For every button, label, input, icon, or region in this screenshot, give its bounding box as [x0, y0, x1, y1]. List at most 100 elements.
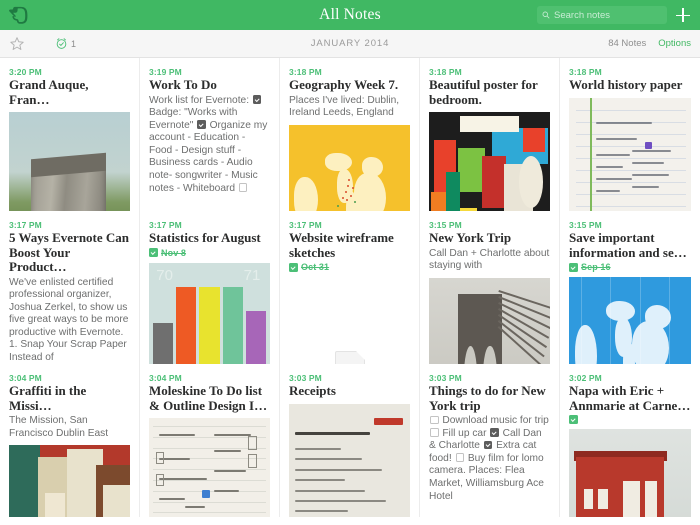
search-input[interactable] [554, 10, 662, 21]
note-card[interactable]: 3:18 PMWorld history paper [560, 58, 700, 211]
note-reminder[interactable]: Nov 8 [149, 248, 270, 258]
note-snippet: Work list for Evernote: Badge: "Works wi… [149, 95, 270, 196]
note-card[interactable]: 3:17 PMStatistics for August Nov 8 7071 [140, 211, 280, 364]
note-count: 84 Notes [608, 38, 646, 49]
note-thumbnail [149, 418, 270, 517]
note-title: Moleskine To Do list & Outline Design I… [149, 384, 270, 413]
note-card[interactable]: 3:15 PMSave important information and se… [560, 211, 700, 364]
note-timestamp: 3:17 PM [9, 220, 130, 230]
note-timestamp: 3:20 PM [9, 67, 130, 77]
note-thumbnail [429, 112, 550, 211]
note-title: New York Trip [429, 231, 550, 246]
month-label: JANUARY 2014 [0, 38, 700, 49]
note-card[interactable]: 3:19 PMWork To Do Work list for Evernote:… [140, 58, 280, 211]
note-thumbnail: pdfimg_adamgf.pdf [289, 277, 410, 364]
note-title: World history paper [569, 78, 691, 93]
note-reminder[interactable] [569, 415, 691, 424]
note-thumbnail [569, 277, 691, 364]
note-snippet: Places I've lived: Dublin, Ireland Leeds… [289, 95, 410, 120]
note-title: Statistics for August [149, 231, 270, 246]
note-card[interactable]: 3:17 PMWebsite wireframe sketches Oct 31 p… [280, 211, 420, 364]
note-title: 5 Ways Evernote Can Boost Your Product… [9, 231, 130, 275]
note-card[interactable]: 3:18 PMBeautiful poster for bedroom. [420, 58, 560, 211]
note-title: Things to do for New York trip [429, 384, 550, 413]
reminder-check-icon [569, 415, 578, 424]
reminder-check-icon [289, 263, 298, 272]
note-timestamp: 3:18 PM [289, 67, 410, 77]
note-thumbnail [9, 445, 130, 517]
note-timestamp: 3:03 PM [429, 373, 550, 383]
toolbar-actions [537, 5, 693, 25]
filter-toolbar: 1 JANUARY 2014 84 Notes Options [0, 30, 700, 58]
note-snippet: The Mission, San Francisco Dublin East [9, 415, 130, 440]
note-title: Save important information and se… [569, 231, 691, 260]
note-card[interactable]: 3:03 PMReceipts [280, 364, 420, 517]
reminder-check-icon [569, 263, 578, 272]
alarm-clock-check-icon [55, 37, 68, 50]
note-timestamp: 3:18 PM [429, 67, 550, 77]
note-timestamp: 3:17 PM [289, 220, 410, 230]
note-title: Napa with Eric + Annmarie at Carne… [569, 384, 691, 413]
search-icon [542, 11, 550, 19]
checkbox-checked-icon[interactable] [484, 441, 493, 450]
star-outline-icon [9, 36, 25, 52]
note-thumbnail: 7071 [149, 263, 270, 364]
note-snippet: We've enlisted certified professional or… [9, 277, 130, 365]
reminder-check-icon [149, 248, 158, 257]
options-button[interactable]: Options [658, 38, 691, 49]
note-title: Receipts [289, 384, 410, 399]
note-card[interactable]: 3:20 PMGrand Auque, Fran… [0, 58, 140, 211]
note-grid: 3:20 PMGrand Auque, Fran…3:19 PMWork To … [0, 58, 700, 524]
note-card[interactable]: 3:18 PMGeography Week 7. Places I've live… [280, 58, 420, 211]
search-box[interactable] [537, 6, 667, 24]
note-timestamp: 3:04 PM [149, 373, 270, 383]
checkbox-unchecked-icon[interactable] [456, 453, 465, 462]
note-timestamp: 3:02 PM [569, 373, 691, 383]
reminder-date: Nov 8 [161, 248, 186, 258]
note-timestamp: 3:18 PM [569, 67, 691, 77]
note-title: Work To Do [149, 78, 270, 93]
note-timestamp: 3:04 PM [9, 373, 130, 383]
note-title: Grand Auque, Fran… [9, 78, 130, 107]
note-card[interactable]: 3:04 PMGraffiti in the Missi…The Mission… [0, 364, 140, 517]
new-note-button[interactable] [673, 5, 693, 25]
checkbox-unchecked-icon[interactable] [430, 428, 439, 437]
note-card[interactable]: 3:15 PMNew York Trip Call Dan + Charlotte… [420, 211, 560, 364]
note-snippet: Call Dan + Charlotte about staying with [429, 248, 550, 273]
checkbox-unchecked-icon[interactable] [430, 416, 439, 425]
reminder-date: Oct 31 [301, 262, 329, 272]
star-filter-button[interactable] [9, 35, 27, 53]
note-thumbnail [9, 112, 130, 211]
checkbox-checked-icon[interactable] [253, 95, 262, 104]
checkbox-checked-icon[interactable] [490, 428, 499, 437]
reminders-filter-button[interactable]: 1 [55, 37, 76, 50]
note-thumbnail [569, 98, 691, 211]
checkbox-unchecked-icon[interactable] [239, 183, 248, 192]
note-thumbnail [289, 125, 410, 211]
evernote-elephant-icon[interactable] [7, 4, 29, 26]
note-card[interactable]: 3:02 PMNapa with Eric + Annmarie at Carn… [560, 364, 700, 517]
note-timestamp: 3:17 PM [149, 220, 270, 230]
note-timestamp: 3:15 PM [569, 220, 691, 230]
note-reminder[interactable]: Sep 16 [569, 262, 691, 272]
note-title: Graffiti in the Missi… [9, 384, 130, 413]
note-card[interactable]: 3:04 PMMoleskine To Do list & Outline De… [140, 364, 280, 517]
note-timestamp: 3:19 PM [149, 67, 270, 77]
subbar-right-actions: 84 Notes Options [608, 38, 691, 49]
note-thumbnail [569, 429, 691, 517]
note-timestamp: 3:15 PM [429, 220, 550, 230]
note-reminder[interactable]: Oct 31 [289, 262, 410, 272]
reminder-date: Sep 16 [581, 262, 611, 272]
note-title: Beautiful poster for bedroom. [429, 78, 550, 107]
pdf-file-icon: pdf [335, 351, 365, 364]
note-timestamp: 3:03 PM [289, 373, 410, 383]
note-card[interactable]: 3:03 PMThings to do for New York trip Do… [420, 364, 560, 517]
note-thumbnail [289, 404, 410, 517]
top-toolbar: All Notes [0, 0, 700, 30]
note-card[interactable]: 3:17 PM5 Ways Evernote Can Boost Your Pr… [0, 211, 140, 364]
note-thumbnail [429, 278, 550, 364]
note-snippet: Download music for trip Fill up car Call… [429, 415, 550, 503]
note-title: Website wireframe sketches [289, 231, 410, 260]
note-title: Geography Week 7. [289, 78, 410, 93]
checkbox-checked-icon[interactable] [197, 120, 206, 129]
